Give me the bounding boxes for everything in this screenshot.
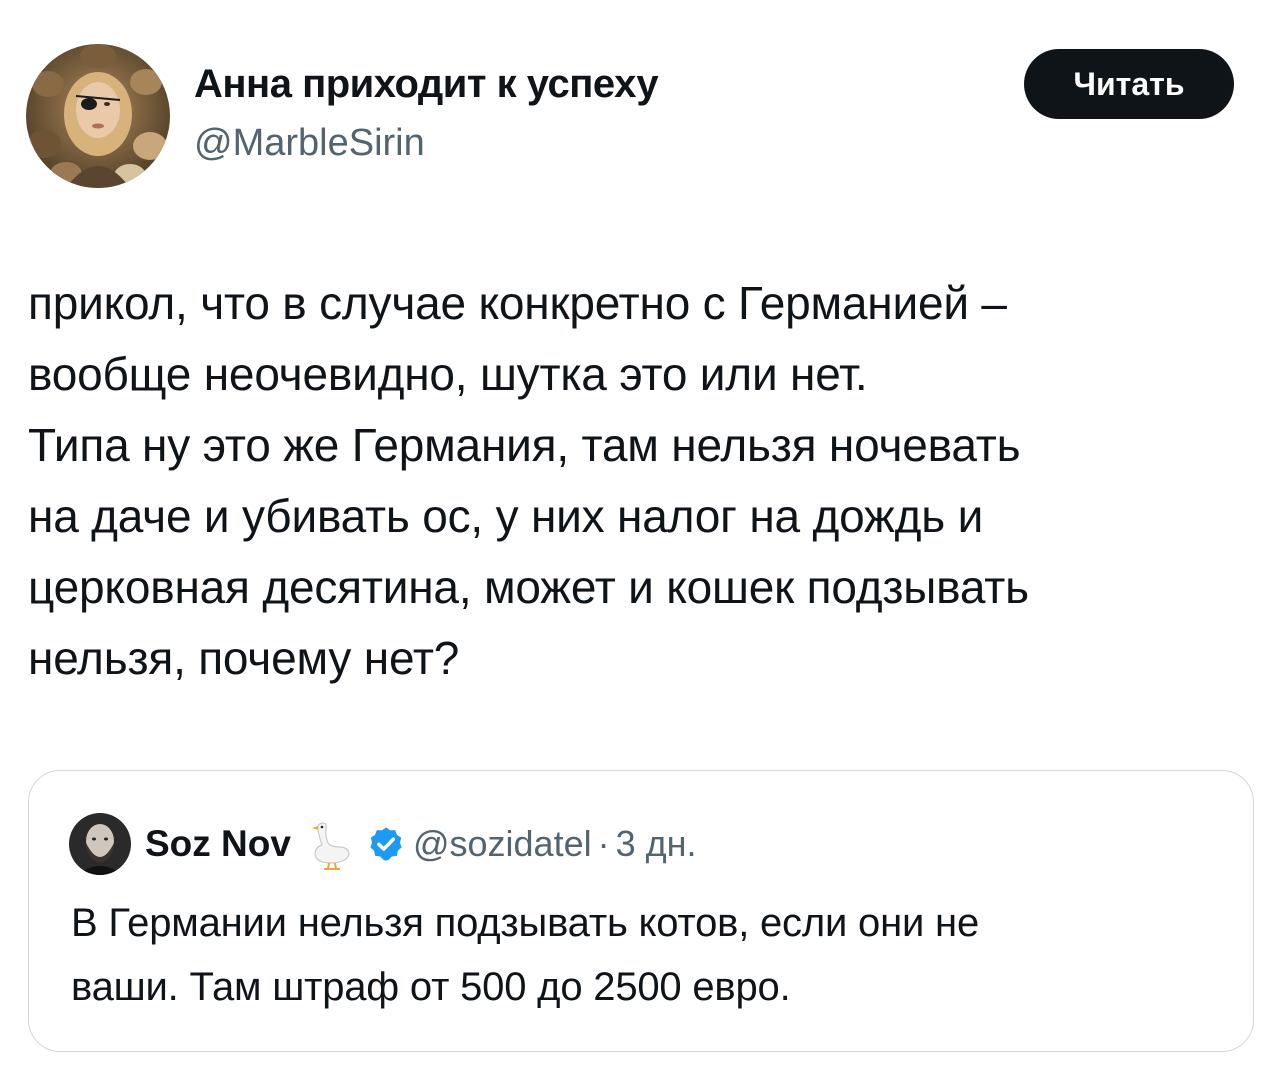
tweet-line: на даче и убивать ос, у них налог на дож… — [28, 490, 984, 542]
tweet-line: вообще неочевидно, шутка это или нет. — [28, 348, 868, 400]
quoted-tweet-text: В Германии нельзя подзывать котов, если … — [71, 891, 1221, 1019]
avatar-image — [26, 44, 170, 188]
quoted-tweet-line: В Германии нельзя подзывать котов, если … — [71, 901, 979, 945]
tweet-line: нельзя, почему нет? — [28, 632, 460, 684]
quoted-avatar-image — [69, 813, 131, 875]
quoted-author-name[interactable]: Soz Nov — [145, 823, 291, 865]
quoted-tweet-line: ваши. Там штраф от 500 до 2500 евро. — [71, 965, 791, 1009]
tweet-line: прикол, что в случае конкретно с Германи… — [28, 277, 1007, 329]
goose-icon — [309, 817, 353, 871]
author-avatar[interactable] — [26, 44, 170, 188]
quoted-author-handle[interactable]: @sozidatel — [413, 823, 592, 865]
tweet: Анна приходит к успеху @MarbleSirin Чита… — [0, 0, 1284, 1069]
quoted-author-avatar[interactable] — [69, 813, 131, 875]
quoted-tweet-card[interactable]: Soz Nov @sozidatel · 3 дн. В Германии не… — [28, 770, 1254, 1052]
author-name[interactable]: Анна приходит к успеху — [194, 62, 659, 107]
separator-dot: · — [597, 823, 610, 864]
quoted-tweet-header: Soz Nov @sozidatel · 3 дн. — [69, 813, 697, 875]
tweet-line: церковная десятина, может и кошек подзыв… — [28, 561, 1029, 613]
follow-button[interactable]: Читать — [1024, 49, 1234, 119]
tweet-text: прикол, что в случае конкретно с Германи… — [28, 268, 1264, 694]
verified-badge-icon — [367, 825, 405, 863]
tweet-line: Типа ну это же Германия, там нельзя ноче… — [28, 419, 1021, 471]
author-handle[interactable]: @MarbleSirin — [194, 122, 425, 165]
quoted-timestamp[interactable]: 3 дн. — [616, 823, 697, 865]
